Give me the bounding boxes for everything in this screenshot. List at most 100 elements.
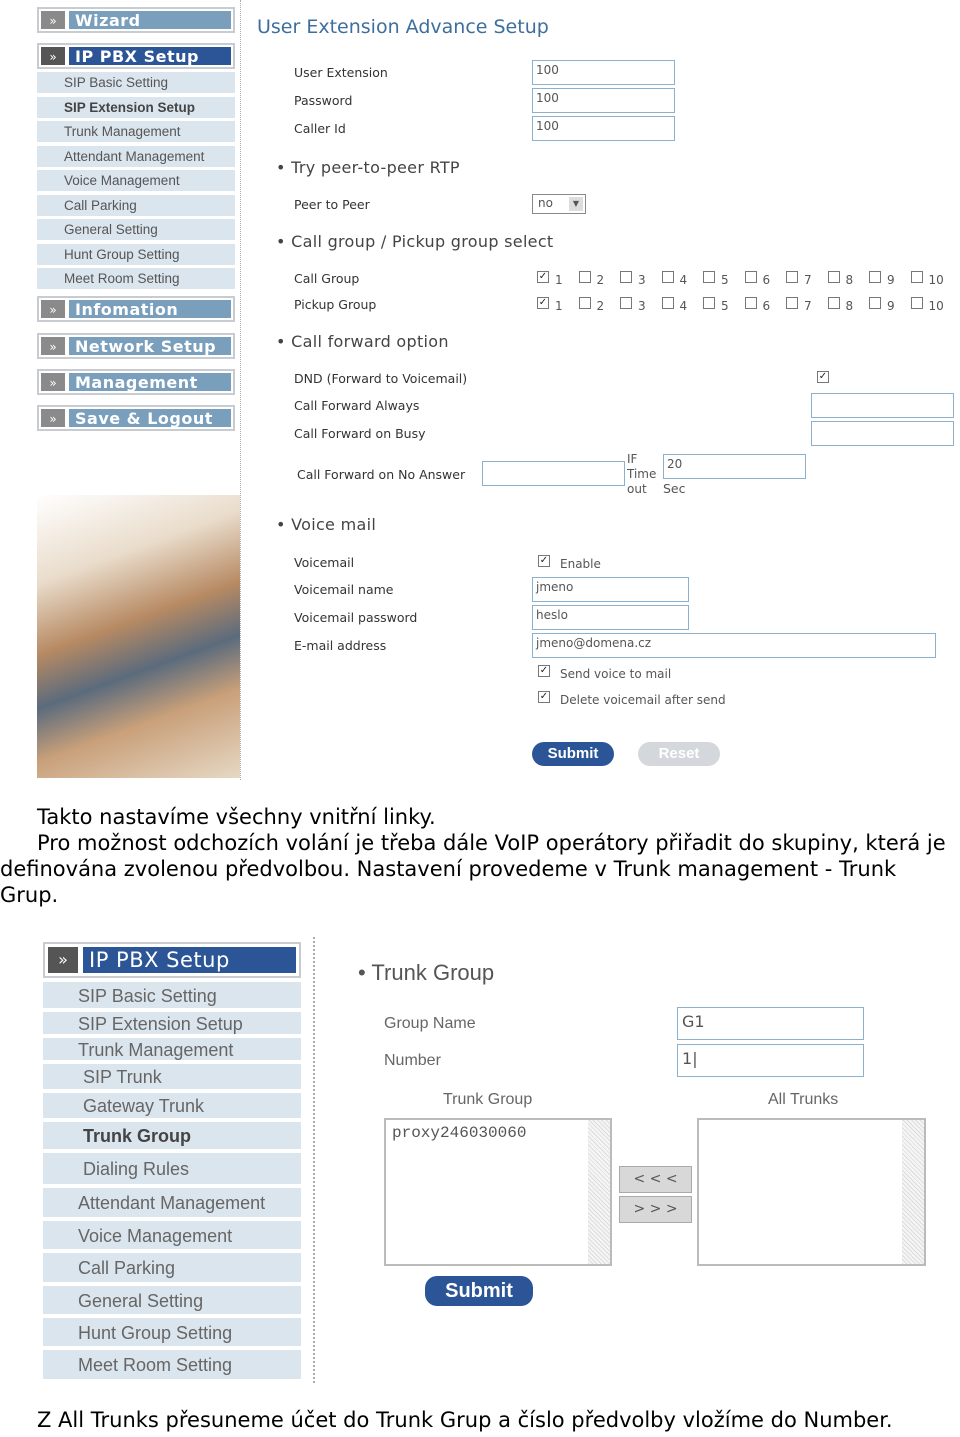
select-value: no [538,196,553,210]
chevron-icon: » [41,337,65,355]
checkbox-label: 8 [845,273,854,287]
trunk-group-listbox[interactable]: proxy246030060 [384,1118,612,1266]
pickup_group-checkbox[interactable] [869,297,881,309]
move-right-button[interactable]: > > > [619,1196,692,1223]
call_group-checkbox[interactable] [786,271,798,283]
sidebar-photo [37,495,240,778]
sidebar-item[interactable]: General Setting [43,1286,301,1316]
voicemail-password-input[interactable]: heslo [532,605,689,630]
pickup_group-checkbox[interactable] [744,297,757,309]
sidebar-divider [313,937,315,1383]
email-input[interactable]: jmeno@domena.cz [532,633,936,658]
sidebar-item[interactable]: Dialing Rules [43,1153,301,1186]
cf-busy-input[interactable] [811,421,954,446]
nav-network-setup[interactable]: » Network Setup [37,333,235,359]
sidebar-item[interactable]: Call Parking [43,1253,301,1284]
pickup_group-checkbox[interactable] [786,297,798,309]
checkbox-label: 5 [721,299,729,313]
checkbox-label: 1 [555,299,563,313]
call_group-checkbox[interactable]: ✓ [537,271,549,283]
all-trunks-listbox[interactable] [697,1118,926,1266]
checkbox-label: Enable [560,557,601,571]
move-left-button[interactable]: < < < [619,1166,692,1193]
pickup_group-checkbox[interactable] [661,297,674,309]
sidebar-item[interactable]: Attendant Management [37,145,235,169]
sidebar-item[interactable]: Hunt Group Setting [43,1318,301,1348]
reset-button[interactable]: Reset [638,742,720,766]
call_group-checkbox[interactable] [910,271,923,283]
sidebar-item[interactable]: Hunt Group Setting [37,243,235,267]
section-title: Voice mail [291,515,377,534]
nav-wizard[interactable]: » Wizard [37,7,235,33]
call_group-checkbox[interactable] [827,271,840,283]
chevron-icon: » [41,373,65,391]
sidebar-item[interactable]: General Setting [37,219,235,242]
sidebar-item[interactable]: Call Parking [37,194,235,218]
pickup_group-checkbox[interactable] [703,297,715,309]
cf-always-input[interactable] [811,393,954,418]
password-input[interactable]: 100 [532,88,675,113]
sidebar-item[interactable]: Trunk Management [43,1038,301,1062]
nav-save-logout[interactable]: » Save & Logout [37,405,235,431]
pickup_group-checkbox[interactable]: ✓ [537,297,549,309]
sidebar-item[interactable]: Gateway Trunk [43,1093,301,1120]
call_group-checkbox[interactable] [703,271,715,283]
sidebar-item[interactable]: SIP Trunk [43,1064,301,1091]
dnd-checkbox[interactable]: ✓ [817,371,829,383]
nav-ip-pbx-setup[interactable]: » IP PBX Setup [43,942,301,978]
send-voice-checkbox[interactable]: ✓ [538,665,550,677]
nav-information[interactable]: » Infomation [37,296,235,322]
chevron-down-icon: ▼ [569,197,583,211]
label: Number [384,1052,441,1069]
submit-button[interactable]: Submit [532,742,614,766]
user-extension-input[interactable]: 100 [532,60,675,85]
trunk-submit-button[interactable]: Submit [425,1276,533,1306]
caller-id-input[interactable]: 100 [532,116,675,141]
scrollbar[interactable] [588,1120,610,1264]
sidebar-item[interactable]: SIP Extension Setup [43,1012,301,1036]
nav-management[interactable]: » Management [37,369,235,395]
sec-label: Sec [663,481,686,496]
peer-to-peer-select[interactable]: no ▼ [532,194,586,214]
sidebar-item[interactable]: Meet Room Setting [43,1350,301,1381]
list-item[interactable]: proxy246030060 [386,1120,610,1146]
timeout-input[interactable]: 20 [663,454,806,479]
section-group: • Call group / Pickup group select [276,232,554,251]
cf-noanswer-input[interactable] [482,461,625,486]
chevron-icon: » [41,409,65,427]
chevron-icon: » [48,947,78,973]
scrollbar[interactable] [902,1120,924,1264]
pickup_group-checkbox[interactable] [620,297,632,309]
sidebar-item[interactable]: SIP Extension Setup [37,96,235,120]
label: Voicemail password [294,610,418,625]
label: Voicemail [294,555,355,570]
call_group-checkbox[interactable] [578,271,591,283]
call_group-checkbox[interactable] [661,271,674,283]
sidebar-item[interactable]: Attendant Management [43,1188,301,1219]
number-input[interactable]: 1| [677,1044,864,1077]
call_group-checkbox[interactable] [744,271,757,283]
call_group-checkbox[interactable] [620,271,632,283]
sidebar-item[interactable]: Trunk Management [37,121,235,144]
nav-ip-pbx-setup[interactable]: » IP PBX Setup [37,43,235,69]
voicemail-name-input[interactable]: jmeno [532,577,689,602]
checkbox-label: 3 [638,299,646,313]
pickup_group-checkbox[interactable] [578,297,591,309]
delete-voicemail-checkbox[interactable]: ✓ [538,691,550,703]
nav-label: Infomation [69,300,231,319]
sidebar-item[interactable]: SIP Basic Setting [43,982,301,1010]
nav-label: IP PBX Setup [83,947,296,973]
section-voicemail: • Voice mail [276,515,377,534]
voicemail-enable-checkbox[interactable]: ✓ [538,555,550,567]
group-name-input[interactable]: G1 [677,1007,864,1040]
sidebar-item[interactable]: Voice Management [43,1221,301,1251]
sidebar-item[interactable]: SIP Basic Setting [37,72,235,95]
sidebar-item[interactable]: Meet Room Setting [37,268,235,291]
pickup_group-checkbox[interactable] [910,297,923,309]
sidebar-item[interactable]: Trunk Group [43,1122,301,1151]
label: Voicemail name [294,582,394,597]
call_group-checkbox[interactable] [869,271,881,283]
sidebar-item[interactable]: Voice Management [37,170,235,193]
pickup_group-checkbox[interactable] [827,297,840,309]
label: Call Forward Always [294,398,420,413]
